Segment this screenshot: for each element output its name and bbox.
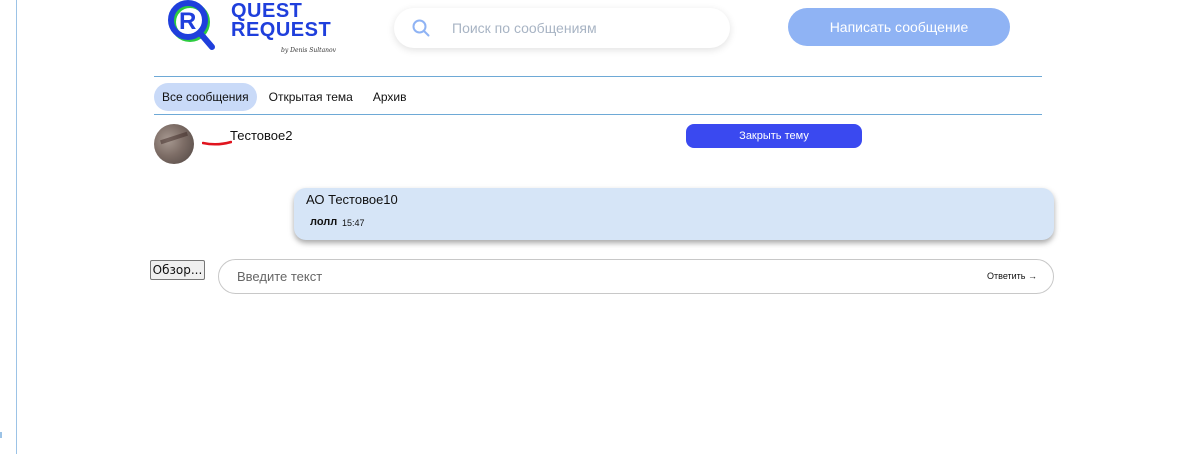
compose-message-button[interactable]: Написать сообщение (788, 8, 1010, 46)
tab-open-topic[interactable]: Открытая тема (261, 83, 361, 111)
brand-name-line2: REQUEST (231, 19, 332, 41)
message-author: АО Тестовое10 (306, 192, 398, 207)
brand-byline: by Denis Sultanov (281, 47, 337, 54)
message-bubble: АО Тестовое10 лолл 15:47 (294, 188, 1054, 240)
close-topic-button[interactable]: Закрыть тему (686, 124, 862, 148)
left-border (16, 0, 17, 454)
message-time: 15:47 (342, 218, 365, 228)
brand-logo[interactable]: R QUEST REQUEST by Denis Sultanov (168, 0, 340, 60)
search-icon[interactable] (412, 19, 430, 37)
brand-name-line1: QUEST (231, 0, 303, 22)
tab-archive[interactable]: Архив (365, 83, 415, 111)
annotation-mark (202, 140, 232, 146)
logo-icon: R (168, 0, 215, 50)
file-browse-button[interactable]: Обзор... (150, 260, 205, 280)
reply-composer: Ответить → (218, 259, 1054, 294)
reply-input[interactable] (237, 260, 937, 293)
svg-text:R: R (179, 8, 196, 35)
tab-all-messages[interactable]: Все сообщения (154, 83, 257, 111)
reply-button[interactable]: Ответить → (987, 271, 1037, 281)
divider-top (154, 76, 1042, 77)
avatar (154, 124, 194, 164)
message-text: лолл (310, 216, 338, 228)
divider-bottom (154, 114, 1042, 115)
message-tabs: Все сообщения Открытая тема Архив (154, 83, 418, 111)
left-border-tick (0, 432, 2, 438)
topic-title: Тестовое2 (230, 128, 293, 143)
search-bar (394, 8, 730, 48)
search-input[interactable] (452, 8, 712, 48)
